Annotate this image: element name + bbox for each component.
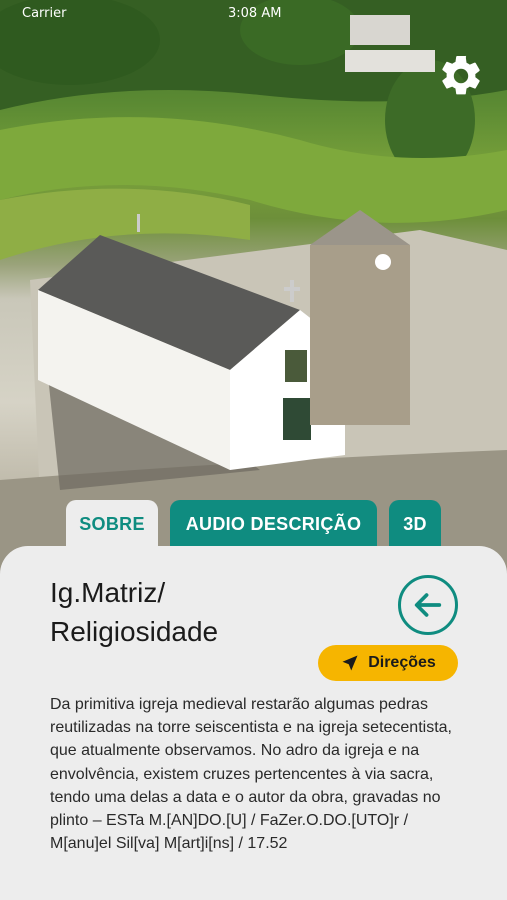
tab-audio-descricao[interactable]: AUDIO DESCRIÇÃO	[170, 500, 377, 548]
back-button[interactable]	[398, 575, 458, 635]
status-carrier: Carrier	[22, 6, 67, 21]
page-title: Ig.Matriz/ Religiosidade	[50, 577, 219, 647]
gear-icon	[442, 55, 480, 95]
church-photo: Carrier 3:08 AM	[0, 0, 507, 575]
status-bar: Carrier 3:08 AM	[0, 6, 507, 26]
church-illustration	[0, 0, 507, 575]
directions-label: Direções	[368, 654, 436, 671]
description-text: Da primitiva igreja medieval restarão al…	[50, 696, 452, 853]
tab-3d[interactable]: 3D	[389, 500, 441, 548]
navigation-arrow-icon	[342, 655, 358, 671]
tab-sobre[interactable]: SOBRE	[66, 500, 158, 548]
tab-bar: SOBRE AUDIO DESCRIÇÃO 3D	[66, 500, 441, 548]
status-time: 3:08 AM	[228, 6, 282, 21]
directions-button[interactable]: Direções	[318, 645, 458, 681]
info-panel: Ig.Matriz/ Religiosidade Direções Da pri…	[0, 546, 507, 900]
arrow-left-icon	[414, 593, 442, 617]
settings-button[interactable]	[435, 50, 487, 102]
